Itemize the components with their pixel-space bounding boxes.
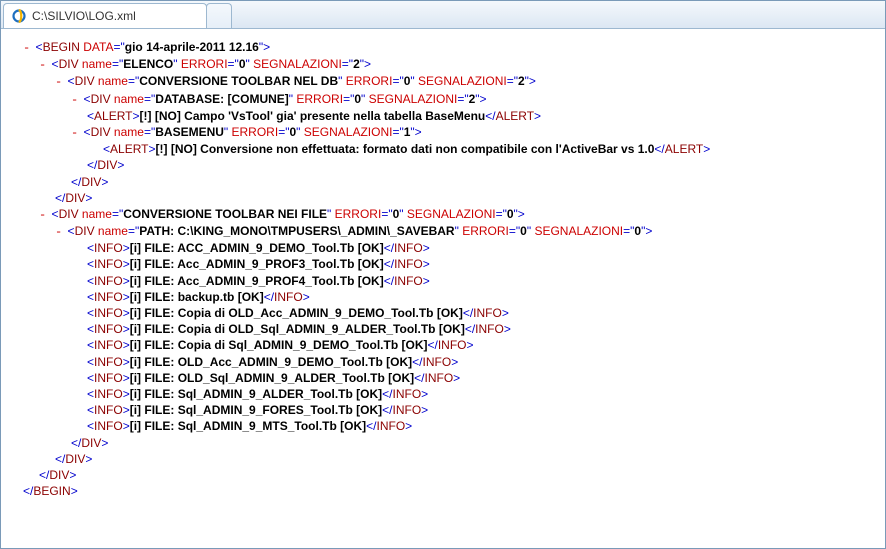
info-line: <INFO>[i] FILE: OLD_Acc_ADMIN_9_DEMO_Too…	[87, 354, 879, 370]
close-div: </DIV>	[55, 190, 879, 206]
div-elenco: - <DIV name="ELENCO" ERRORI="0" SEGNALAZ…	[39, 56, 879, 73]
close-div: </DIV>	[39, 467, 879, 483]
tab-bar: C:\SILVIO\LOG.xml	[1, 1, 885, 29]
div-database: - <DIV name="DATABASE: [COMUNE]" ERRORI=…	[71, 91, 879, 108]
info-line: <INFO>[i] FILE: Copia di Sql_ADMIN_9_DEM…	[87, 337, 879, 353]
tab-active[interactable]: C:\SILVIO\LOG.xml	[3, 3, 207, 28]
browser-window: C:\SILVIO\LOG.xml - <BEGIN DATA="gio 14-…	[0, 0, 886, 549]
info-line: <INFO>[i] FILE: backup.tb [OK]</INFO>	[87, 289, 879, 305]
begin-open: - <BEGIN DATA="gio 14-aprile-2011 12.16"…	[23, 39, 879, 56]
close-div: </DIV>	[87, 157, 879, 173]
close-div: </DIV>	[71, 435, 879, 451]
close-div: </DIV>	[71, 174, 879, 190]
collapse-toggle[interactable]: -	[39, 58, 46, 72]
div-conv-db: - <DIV name="CONVERSIONE TOOLBAR NEL DB"…	[55, 73, 879, 90]
close-begin: </BEGIN>	[23, 483, 879, 499]
info-line: <INFO>[i] FILE: Sql_ADMIN_9_ALDER_Tool.T…	[87, 386, 879, 402]
xml-content: - <BEGIN DATA="gio 14-aprile-2011 12.16"…	[1, 29, 885, 548]
div-conv-file: - <DIV name="CONVERSIONE TOOLBAR NEI FIL…	[39, 206, 879, 223]
div-path: - <DIV name="PATH: C:\KING_MONO\TMPUSERS…	[55, 223, 879, 240]
collapse-toggle[interactable]: -	[55, 225, 62, 239]
info-line: <INFO>[i] FILE: Copia di OLD_Sql_ADMIN_9…	[87, 321, 879, 337]
div-basemenu: - <DIV name="BASEMENU" ERRORI="0" SEGNAL…	[71, 124, 879, 141]
collapse-toggle[interactable]: -	[71, 126, 78, 140]
alert-line: <ALERT>[!] [NO] Conversione non effettua…	[103, 141, 879, 157]
collapse-toggle[interactable]: -	[23, 41, 30, 55]
collapse-toggle[interactable]: -	[55, 75, 62, 89]
info-line: <INFO>[i] FILE: Copia di OLD_Acc_ADMIN_9…	[87, 305, 879, 321]
tab-title: C:\SILVIO\LOG.xml	[32, 9, 136, 23]
alert-line: <ALERT>[!] [NO] Campo 'VsTool' gia' pres…	[87, 108, 879, 124]
info-line: <INFO>[i] FILE: Acc_ADMIN_9_PROF3_Tool.T…	[87, 256, 879, 272]
close-div: </DIV>	[55, 451, 879, 467]
info-line: <INFO>[i] FILE: ACC_ADMIN_9_DEMO_Tool.Tb…	[87, 240, 879, 256]
new-tab-button[interactable]	[206, 3, 232, 28]
ie-icon	[12, 9, 26, 23]
collapse-toggle[interactable]: -	[39, 208, 46, 222]
collapse-toggle[interactable]: -	[71, 93, 78, 107]
info-line: <INFO>[i] FILE: Sql_ADMIN_9_MTS_Tool.Tb …	[87, 418, 879, 434]
info-line: <INFO>[i] FILE: OLD_Sql_ADMIN_9_ALDER_To…	[87, 370, 879, 386]
info-line: <INFO>[i] FILE: Acc_ADMIN_9_PROF4_Tool.T…	[87, 273, 879, 289]
info-line: <INFO>[i] FILE: Sql_ADMIN_9_FORES_Tool.T…	[87, 402, 879, 418]
